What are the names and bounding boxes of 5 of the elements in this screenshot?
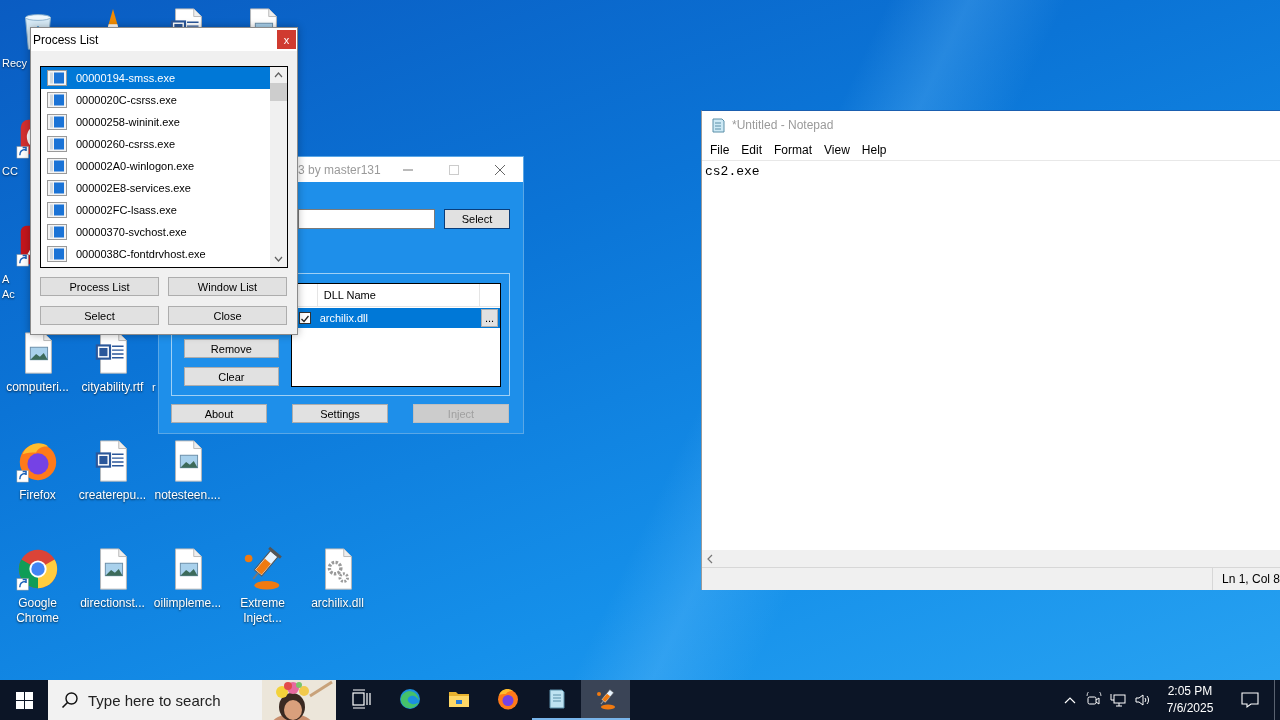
window-title: 3 by master131 bbox=[298, 162, 382, 177]
status-text: Ln 1, Col 8 bbox=[1211, 568, 1280, 590]
window-title: *Untitled - Notepad bbox=[732, 118, 835, 132]
window-title: Process List bbox=[33, 32, 100, 47]
dll-name: archilix.dll bbox=[319, 312, 369, 324]
